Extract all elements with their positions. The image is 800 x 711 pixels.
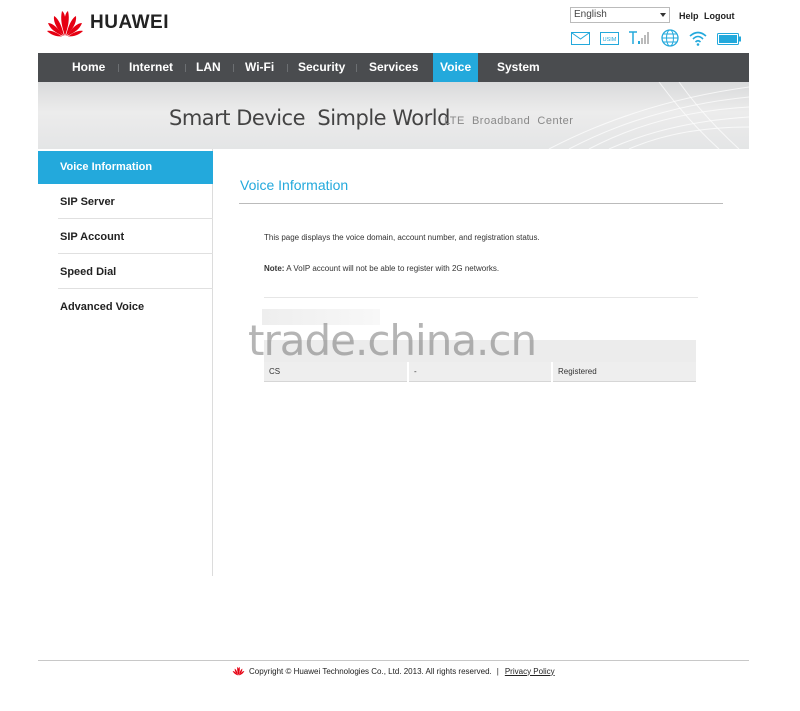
help-link[interactable]: Help: [679, 11, 699, 21]
usim-icon: USIM: [600, 31, 619, 50]
nav-separator: [185, 64, 186, 72]
footer-separator: |: [496, 666, 499, 676]
huawei-logo[interactable]: HUAWEI: [46, 9, 169, 37]
chevron-down-icon: [660, 13, 666, 17]
signal-icon: [629, 31, 651, 50]
table-row: CS - Registered: [264, 362, 696, 382]
section-divider: [264, 297, 698, 298]
sidebar-item-speed-dial[interactable]: Speed Dial: [38, 255, 213, 290]
battery-icon: [717, 32, 741, 50]
nav-separator: [356, 64, 357, 72]
huawei-flower-icon: [47, 11, 83, 37]
nav-item-wifi[interactable]: Wi-Fi: [245, 53, 274, 82]
nav-item-home[interactable]: Home: [72, 53, 105, 82]
main-nav: Home Internet LAN Wi-Fi Security Service…: [38, 53, 749, 82]
nav-separator: [233, 64, 234, 72]
language-select-value: English: [574, 9, 607, 20]
nav-item-services[interactable]: Services: [369, 53, 418, 82]
note-text: A VoIP account will not be able to regis…: [284, 264, 500, 273]
wifi-icon: [689, 31, 707, 51]
mail-icon[interactable]: [571, 31, 590, 50]
huawei-flower-icon: [232, 666, 245, 676]
cell-status: Registered: [558, 367, 597, 376]
banner-subtitle: LTE Broadband Center: [444, 115, 574, 127]
page-note: Note: A VoIP account will not be able to…: [264, 264, 499, 273]
nav-item-internet[interactable]: Internet: [129, 53, 173, 82]
banner: Smart Device Simple World LTE Broadband …: [38, 82, 749, 149]
sidebar-item-advanced-voice[interactable]: Advanced Voice: [38, 290, 213, 325]
nav-item-lan[interactable]: LAN: [196, 53, 221, 82]
page-description: This page displays the voice domain, acc…: [264, 233, 540, 242]
globe-icon: [661, 29, 679, 52]
page-title: Voice Information: [240, 177, 349, 193]
nav-item-security[interactable]: Security: [298, 53, 345, 82]
usim-label: USIM: [603, 37, 617, 43]
nav-separator: [287, 64, 288, 72]
nav-separator: [118, 64, 119, 72]
watermark: trade.china.cn: [248, 316, 537, 365]
sidebar-item-sip-account[interactable]: SIP Account: [38, 220, 213, 255]
sidebar-item-sip-server[interactable]: SIP Server: [38, 185, 213, 220]
note-label: Note:: [264, 264, 285, 273]
sidebar-divider: [58, 288, 213, 289]
cell-account: -: [414, 367, 417, 376]
banner-slogan: Smart Device Simple World: [169, 106, 450, 130]
header: HUAWEI English Help Logout USIM: [0, 0, 800, 53]
privacy-policy-link[interactable]: Privacy Policy: [505, 667, 555, 676]
footer: Copyright © Huawei Technologies Co., Ltd…: [232, 666, 555, 676]
sidebar-divider: [58, 218, 213, 219]
copyright-text: Copyright © Huawei Technologies Co., Ltd…: [249, 666, 492, 676]
nav-item-voice[interactable]: Voice: [433, 53, 479, 82]
brand-name: HUAWEI: [90, 12, 169, 33]
footer-divider: [38, 660, 749, 661]
status-icons: USIM: [571, 29, 751, 52]
sidebar: Voice Information SIP Server SIP Account…: [38, 149, 213, 576]
language-select[interactable]: English: [570, 7, 670, 23]
nav-item-system[interactable]: System: [497, 53, 540, 82]
sidebar-item-voice-information[interactable]: Voice Information: [38, 151, 213, 184]
sidebar-divider: [58, 253, 213, 254]
logout-link[interactable]: Logout: [704, 11, 735, 21]
cell-domain: CS: [269, 367, 281, 376]
title-divider: [239, 203, 723, 204]
